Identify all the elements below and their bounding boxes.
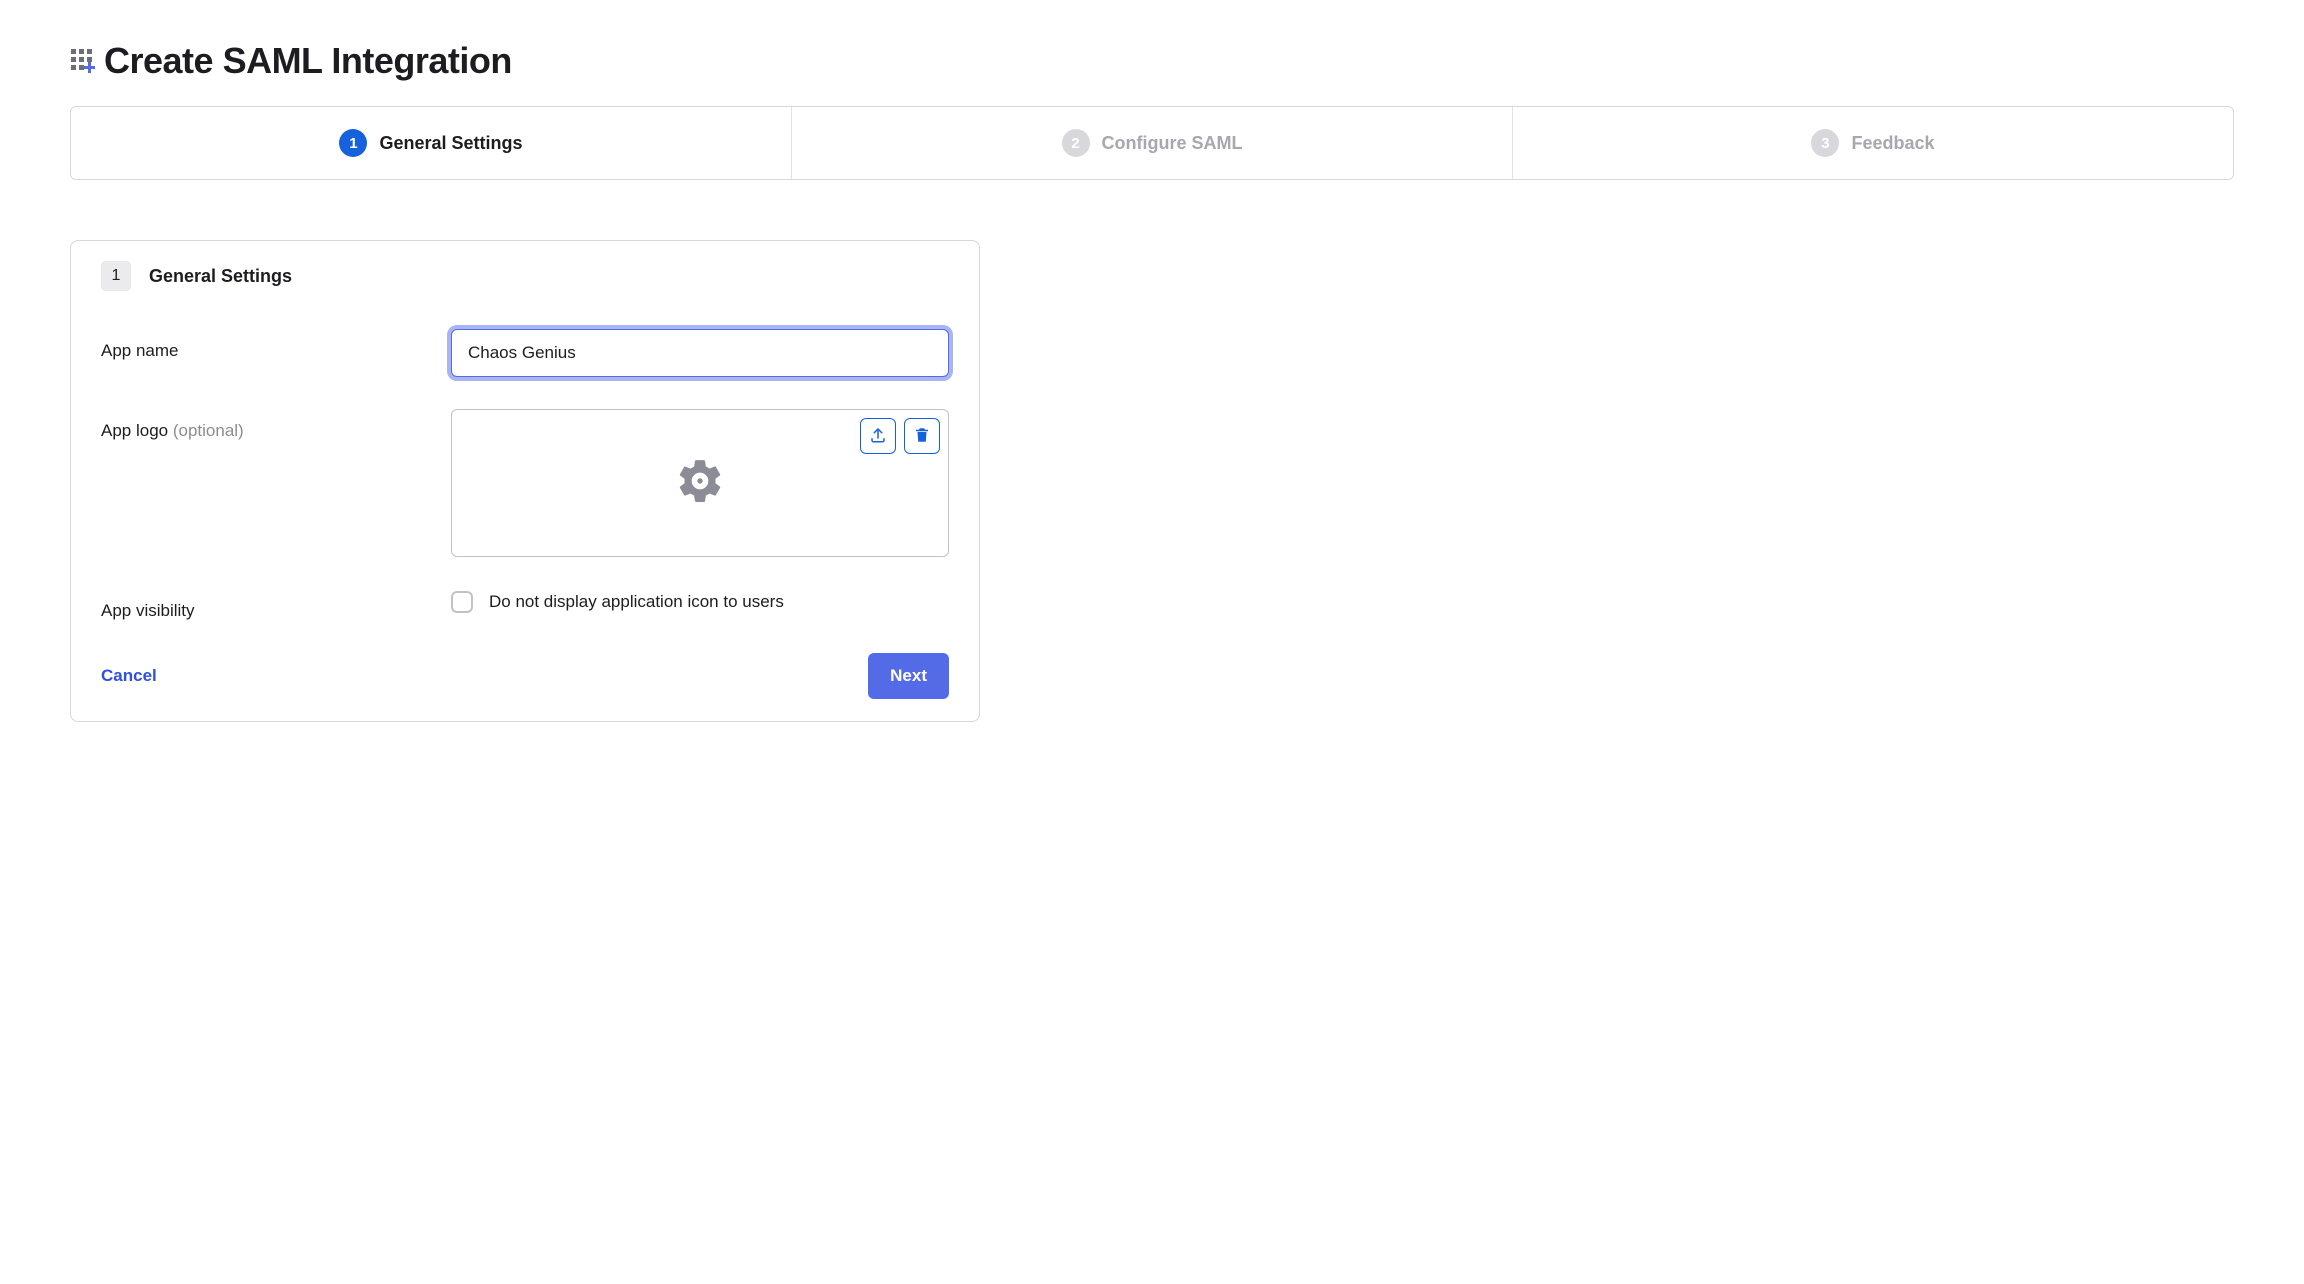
step-number: 1	[339, 129, 367, 157]
label-app-logo-text: App logo	[101, 421, 173, 440]
label-app-name: App name	[101, 329, 451, 361]
delete-logo-button[interactable]	[904, 418, 940, 454]
trash-icon	[913, 426, 931, 447]
panel-title: General Settings	[149, 266, 292, 287]
row-app-logo: App logo (optional)	[101, 409, 949, 557]
label-optional: (optional)	[173, 421, 244, 440]
app-name-input[interactable]	[451, 329, 949, 377]
logo-actions	[860, 418, 940, 454]
step-feedback[interactable]: 3 Feedback	[1513, 107, 2233, 179]
step-label: Configure SAML	[1102, 133, 1243, 154]
panel-header: 1 General Settings	[101, 261, 949, 291]
wizard-stepper: 1 General Settings 2 Configure SAML 3 Fe…	[70, 106, 2234, 180]
step-number: 2	[1062, 129, 1090, 157]
label-app-logo: App logo (optional)	[101, 409, 451, 441]
gear-icon	[675, 456, 725, 511]
row-app-visibility: App visibility Do not display applicatio…	[101, 589, 949, 621]
page-title: Create SAML Integration	[104, 40, 512, 82]
visibility-checkbox-label: Do not display application icon to users	[489, 592, 784, 612]
step-number: 3	[1811, 129, 1839, 157]
page-header: Create SAML Integration	[70, 40, 2234, 82]
panel-number: 1	[101, 261, 131, 291]
next-button[interactable]: Next	[868, 653, 949, 699]
upload-logo-button[interactable]	[860, 418, 896, 454]
cancel-button[interactable]: Cancel	[101, 666, 157, 686]
step-label: General Settings	[379, 133, 522, 154]
visibility-checkbox-row: Do not display application icon to users	[451, 589, 949, 613]
step-general-settings[interactable]: 1 General Settings	[71, 107, 792, 179]
visibility-checkbox[interactable]	[451, 591, 473, 613]
app-logo-dropzone[interactable]	[451, 409, 949, 557]
general-settings-panel: 1 General Settings App name App logo (op…	[70, 240, 980, 722]
row-app-name: App name	[101, 329, 949, 377]
label-app-visibility: App visibility	[101, 589, 451, 621]
upload-icon	[869, 426, 887, 447]
step-label: Feedback	[1851, 133, 1934, 154]
step-configure-saml[interactable]: 2 Configure SAML	[792, 107, 1513, 179]
apps-grid-plus-icon	[70, 47, 98, 75]
form-actions: Cancel Next	[101, 653, 949, 699]
